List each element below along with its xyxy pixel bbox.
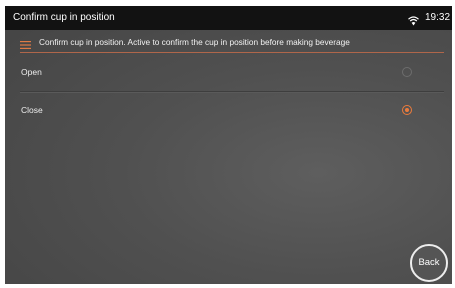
option-close-row[interactable]: Close <box>5 93 452 127</box>
option-divider <box>20 91 444 92</box>
option-close-radio[interactable] <box>402 105 412 115</box>
settings-header: Confirm cup in position. Active to confi… <box>5 33 452 51</box>
option-open-radio[interactable] <box>402 67 412 77</box>
header-divider <box>20 52 444 53</box>
back-button[interactable]: Back <box>410 244 448 282</box>
header-description: Confirm cup in position. Active to confi… <box>39 37 350 47</box>
status-bar-title: Confirm cup in position <box>13 12 115 23</box>
status-bar: Confirm cup in position 19:32 <box>5 6 452 30</box>
option-open-label: Open <box>21 67 42 77</box>
settings-screen: Confirm cup in position 19:32 Confirm cu… <box>5 6 452 284</box>
option-close-label: Close <box>21 105 43 115</box>
option-open-row[interactable]: Open <box>5 55 452 89</box>
status-bar-time: 19:32 <box>425 12 451 23</box>
wifi-icon <box>408 13 419 26</box>
menu-icon[interactable] <box>20 37 32 49</box>
